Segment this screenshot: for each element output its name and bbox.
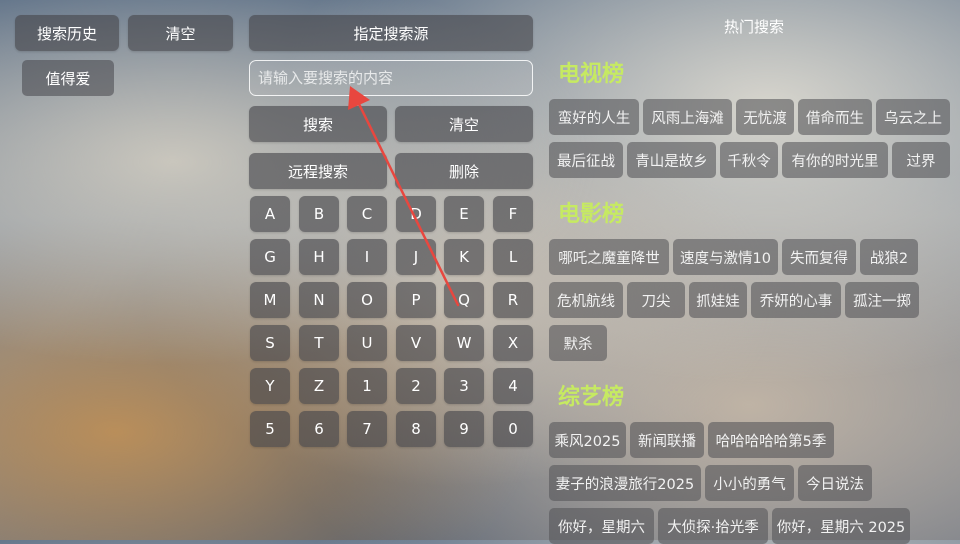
- key-4[interactable]: 4: [493, 368, 533, 404]
- movie-tag[interactable]: 默杀: [549, 325, 607, 361]
- tv-tag[interactable]: 青山是故乡: [627, 142, 716, 178]
- key-h[interactable]: H: [299, 239, 339, 275]
- key-1[interactable]: 1: [347, 368, 387, 404]
- search-input[interactable]: [249, 60, 533, 96]
- movie-tag[interactable]: 战狼2: [860, 239, 918, 275]
- tv-tag[interactable]: 千秋令: [720, 142, 778, 178]
- key-5[interactable]: 5: [250, 411, 290, 447]
- key-z[interactable]: Z: [299, 368, 339, 404]
- key-2[interactable]: 2: [396, 368, 436, 404]
- tv-ranking-title: 电视榜: [558, 62, 625, 87]
- movie-tag[interactable]: 乔妍的心事: [751, 282, 841, 318]
- key-n[interactable]: N: [299, 282, 339, 318]
- key-m[interactable]: M: [250, 282, 290, 318]
- key-c[interactable]: C: [347, 196, 387, 232]
- variety-tag[interactable]: 哈哈哈哈哈第5季: [708, 422, 834, 458]
- key-s[interactable]: S: [250, 325, 290, 361]
- tv-tag[interactable]: 有你的时光里: [782, 142, 888, 178]
- delete-button[interactable]: 删除: [395, 153, 533, 189]
- tv-tag[interactable]: 最后征战: [549, 142, 623, 178]
- key-l[interactable]: L: [493, 239, 533, 275]
- history-item[interactable]: 值得爱: [22, 60, 114, 96]
- movie-tag[interactable]: 刀尖: [627, 282, 685, 318]
- movie-ranking-title: 电影榜: [558, 202, 625, 227]
- movie-tag[interactable]: 速度与激情10: [673, 239, 778, 275]
- key-8[interactable]: 8: [396, 411, 436, 447]
- hot-search-title: 热门搜索: [723, 18, 784, 36]
- key-w[interactable]: W: [444, 325, 484, 361]
- tv-tag[interactable]: 风雨上海滩: [643, 99, 732, 135]
- variety-tag[interactable]: 你好，星期六: [549, 508, 654, 544]
- tv-tag[interactable]: 无忧渡: [736, 99, 794, 135]
- key-r[interactable]: R: [493, 282, 533, 318]
- tv-tag[interactable]: 蛮好的人生: [549, 99, 639, 135]
- variety-tag[interactable]: 今日说法: [798, 465, 872, 501]
- key-b[interactable]: B: [299, 196, 339, 232]
- tv-tag[interactable]: 乌云之上: [876, 99, 950, 135]
- variety-ranking-title: 综艺榜: [558, 385, 625, 410]
- key-o[interactable]: O: [347, 282, 387, 318]
- movie-tag[interactable]: 失而复得: [782, 239, 856, 275]
- key-q[interactable]: Q: [444, 282, 484, 318]
- tv-tag[interactable]: 借命而生: [798, 99, 872, 135]
- variety-tag[interactable]: 小小的勇气: [705, 465, 794, 501]
- key-p[interactable]: P: [396, 282, 436, 318]
- specify-source-button[interactable]: 指定搜索源: [249, 15, 533, 51]
- key-3[interactable]: 3: [444, 368, 484, 404]
- key-0[interactable]: 0: [493, 411, 533, 447]
- clear-input-button[interactable]: 清空: [395, 106, 533, 142]
- key-e[interactable]: E: [444, 196, 484, 232]
- variety-tag[interactable]: 大侦探·拾光季: [658, 508, 768, 544]
- key-6[interactable]: 6: [299, 411, 339, 447]
- key-u[interactable]: U: [347, 325, 387, 361]
- key-y[interactable]: Y: [250, 368, 290, 404]
- movie-tag[interactable]: 哪吒之魔童降世: [549, 239, 669, 275]
- key-j[interactable]: J: [396, 239, 436, 275]
- key-9[interactable]: 9: [444, 411, 484, 447]
- movie-tag[interactable]: 抓娃娃: [689, 282, 747, 318]
- search-history-button[interactable]: 搜索历史: [15, 15, 119, 51]
- variety-tag[interactable]: 新闻联播: [630, 422, 704, 458]
- key-x[interactable]: X: [493, 325, 533, 361]
- key-7[interactable]: 7: [347, 411, 387, 447]
- key-f[interactable]: F: [493, 196, 533, 232]
- key-k[interactable]: K: [444, 239, 484, 275]
- key-t[interactable]: T: [299, 325, 339, 361]
- key-g[interactable]: G: [250, 239, 290, 275]
- variety-tag[interactable]: 乘风2025: [549, 422, 626, 458]
- movie-tag[interactable]: 孤注一掷: [845, 282, 919, 318]
- key-d[interactable]: D: [396, 196, 436, 232]
- tv-tag[interactable]: 过界: [892, 142, 950, 178]
- remote-search-button[interactable]: 远程搜索: [249, 153, 387, 189]
- clear-history-button[interactable]: 清空: [128, 15, 233, 51]
- movie-tag[interactable]: 危机航线: [549, 282, 623, 318]
- variety-tag[interactable]: 妻子的浪漫旅行2025: [549, 465, 701, 501]
- variety-tag[interactable]: 你好，星期六 2025: [772, 508, 910, 544]
- key-a[interactable]: A: [250, 196, 290, 232]
- key-i[interactable]: I: [347, 239, 387, 275]
- key-v[interactable]: V: [396, 325, 436, 361]
- search-button[interactable]: 搜索: [249, 106, 387, 142]
